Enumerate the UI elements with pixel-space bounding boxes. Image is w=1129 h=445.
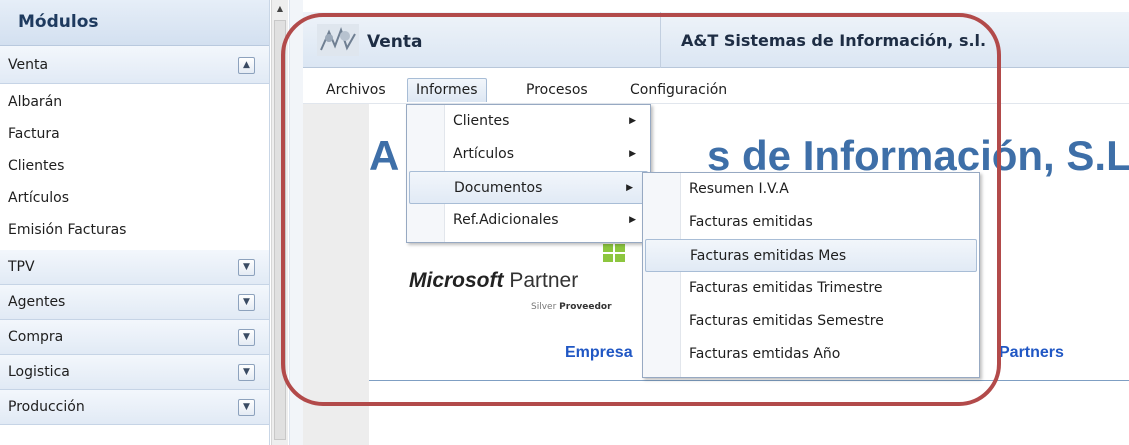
menu-item-articulos[interactable]: Artículos ▶	[407, 138, 650, 171]
module-header-agentes[interactable]: Agentes ▼	[0, 285, 269, 320]
menu-item-documentos[interactable]: Documentos ▶	[409, 171, 648, 204]
microsoft-flag-icon	[603, 244, 625, 262]
splitter[interactable]	[289, 0, 303, 445]
submenu-arrow-icon: ▶	[626, 183, 633, 193]
menu-item-facturas-emitidas-mes[interactable]: Facturas emitidas Mes	[645, 239, 977, 272]
heading-start: A	[369, 132, 400, 179]
module-header-logistica[interactable]: Logistica ▼	[0, 355, 269, 390]
menu-item-label: Documentos	[454, 180, 543, 196]
content-margin	[303, 104, 369, 445]
menu-configuracion[interactable]: Configuración	[621, 78, 736, 102]
module-header-venta[interactable]: Venta ▲	[0, 46, 269, 84]
menu-item-label: Clientes	[453, 113, 510, 129]
sidebar-item-emision-facturas[interactable]: Emisión Facturas	[0, 214, 269, 246]
menu-item-facturas-emitidas-semestre[interactable]: Facturas emitidas Semestre	[643, 305, 979, 338]
ms-logo-brand: Microsoft	[409, 269, 504, 292]
partners-link[interactable]: Partners	[999, 344, 1064, 362]
module-label: Logistica	[8, 364, 70, 380]
sidebar-item-albaran[interactable]: Albarán	[0, 86, 269, 118]
venta-submenu: Albarán Factura Clientes Artículos Emisi…	[0, 84, 269, 250]
module-label: Agentes	[8, 294, 66, 310]
menu-procesos[interactable]: Procesos	[517, 78, 597, 102]
microsoft-partner-logo: Microsoft Partner	[409, 269, 578, 293]
expand-icon[interactable]: ▼	[238, 294, 255, 311]
menu-archivos[interactable]: Archivos	[317, 78, 395, 102]
divider	[660, 12, 661, 68]
module-header-produccion[interactable]: Producción ▼	[0, 390, 269, 425]
expand-icon[interactable]: ▼	[238, 399, 255, 416]
documentos-submenu: Resumen I.V.A Facturas emitidas Facturas…	[642, 172, 980, 378]
submenu-arrow-icon: ▶	[629, 215, 636, 225]
sidebar-item-clientes[interactable]: Clientes	[0, 150, 269, 182]
expand-icon[interactable]: ▼	[238, 259, 255, 276]
menu-item-label: Artículos	[453, 146, 515, 162]
company-title: A&T Sistemas de Información, s.l.	[681, 31, 987, 50]
ms-silver: Silver	[531, 302, 557, 312]
modules-sidebar: Módulos Venta ▲ Albarán Factura Clientes…	[0, 0, 270, 445]
menu-item-resumen-iva[interactable]: Resumen I.V.A	[643, 173, 979, 206]
company-heading: As de Información, S.L.	[369, 132, 1129, 180]
menu-item-facturas-emitidas-ano[interactable]: Facturas emtidas Año	[643, 338, 979, 371]
menu-item-label: Ref.Adicionales	[453, 212, 559, 228]
expand-icon[interactable]: ▼	[238, 364, 255, 381]
module-titlebar: Venta A&T Sistemas de Información, s.l.	[303, 12, 1129, 68]
empresa-link[interactable]: Empresa	[565, 344, 633, 362]
expand-icon[interactable]: ▼	[238, 329, 255, 346]
module-logo-icon	[317, 24, 359, 56]
content-divider	[369, 380, 1129, 381]
submenu-arrow-icon: ▶	[629, 116, 636, 126]
menubar: Archivos Informes Procesos Configuración	[303, 74, 1129, 104]
ms-silver-proveedor: Silver Proveedor	[531, 302, 612, 312]
module-title: Venta	[367, 32, 423, 52]
menu-item-facturas-emitidas-trimestre[interactable]: Facturas emitidas Trimestre	[643, 272, 979, 305]
collapse-icon[interactable]: ▲	[238, 56, 255, 74]
sidebar-title: Módulos	[0, 0, 269, 46]
ms-logo-partner: Partner	[509, 269, 579, 292]
module-label: Compra	[8, 329, 64, 345]
module-header-tpv[interactable]: TPV ▼	[0, 250, 269, 285]
ms-proveedor: Proveedor	[559, 302, 612, 312]
sidebar-item-factura[interactable]: Factura	[0, 118, 269, 150]
scrollbar-thumb[interactable]	[274, 20, 286, 440]
module-header-compra[interactable]: Compra ▼	[0, 320, 269, 355]
module-label: Venta	[8, 56, 49, 73]
menu-item-facturas-emitidas[interactable]: Facturas emitidas	[643, 206, 979, 239]
menu-informes[interactable]: Informes	[407, 78, 487, 102]
scroll-up-icon[interactable]: ▲	[272, 0, 288, 17]
submenu-arrow-icon: ▶	[629, 149, 636, 159]
informes-dropdown: Clientes ▶ Artículos ▶ Documentos ▶ Ref.…	[406, 104, 651, 243]
module-label: TPV	[8, 259, 35, 275]
menu-item-ref-adicionales[interactable]: Ref.Adicionales ▶	[407, 204, 650, 237]
module-label: Producción	[8, 399, 85, 415]
sidebar-item-articulos[interactable]: Artículos	[0, 182, 269, 214]
sidebar-scrollbar[interactable]: ▲	[271, 0, 288, 445]
menu-item-clientes[interactable]: Clientes ▶	[407, 105, 650, 138]
